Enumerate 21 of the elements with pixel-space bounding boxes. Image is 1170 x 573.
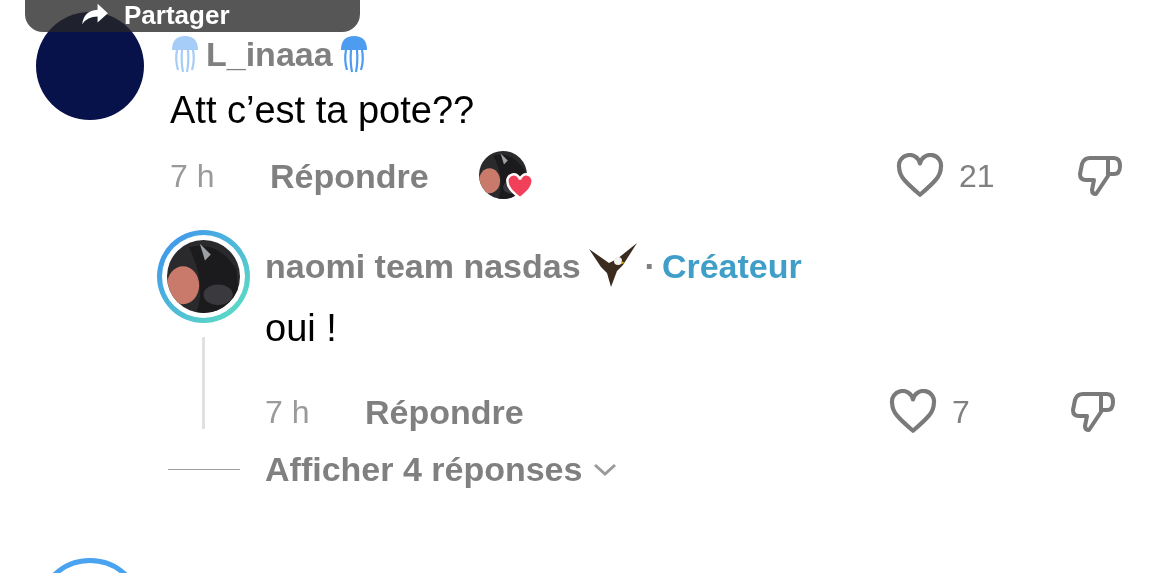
reply-link[interactable]: Répondre xyxy=(365,392,524,432)
reply-link[interactable]: Répondre xyxy=(270,156,429,196)
jellyfish-icon xyxy=(338,34,369,74)
like-count: 7 xyxy=(952,393,970,431)
comment-text: oui ! xyxy=(265,306,338,351)
jellyfish-icon xyxy=(170,34,200,74)
share-toast[interactable]: Partager xyxy=(25,0,360,32)
share-label: Partager xyxy=(124,2,230,28)
timestamp: 7 h xyxy=(265,393,311,431)
heart-icon[interactable] xyxy=(888,389,938,435)
like-count: 21 xyxy=(959,157,995,195)
creator-label: Créateur xyxy=(661,246,802,286)
username[interactable]: naomi team nasdas xyxy=(265,246,581,286)
share-arrow-icon xyxy=(80,2,110,26)
comment-text: Att c’est ta pote?? xyxy=(170,88,476,133)
username[interactable]: L_inaaa xyxy=(206,34,333,74)
separator: · xyxy=(644,246,656,286)
heart-icon[interactable] xyxy=(895,153,945,199)
timestamp: 7 h xyxy=(170,157,216,195)
view-replies-link[interactable]: Afficher 4 réponses xyxy=(265,450,619,489)
chevron-down-icon xyxy=(592,461,619,478)
